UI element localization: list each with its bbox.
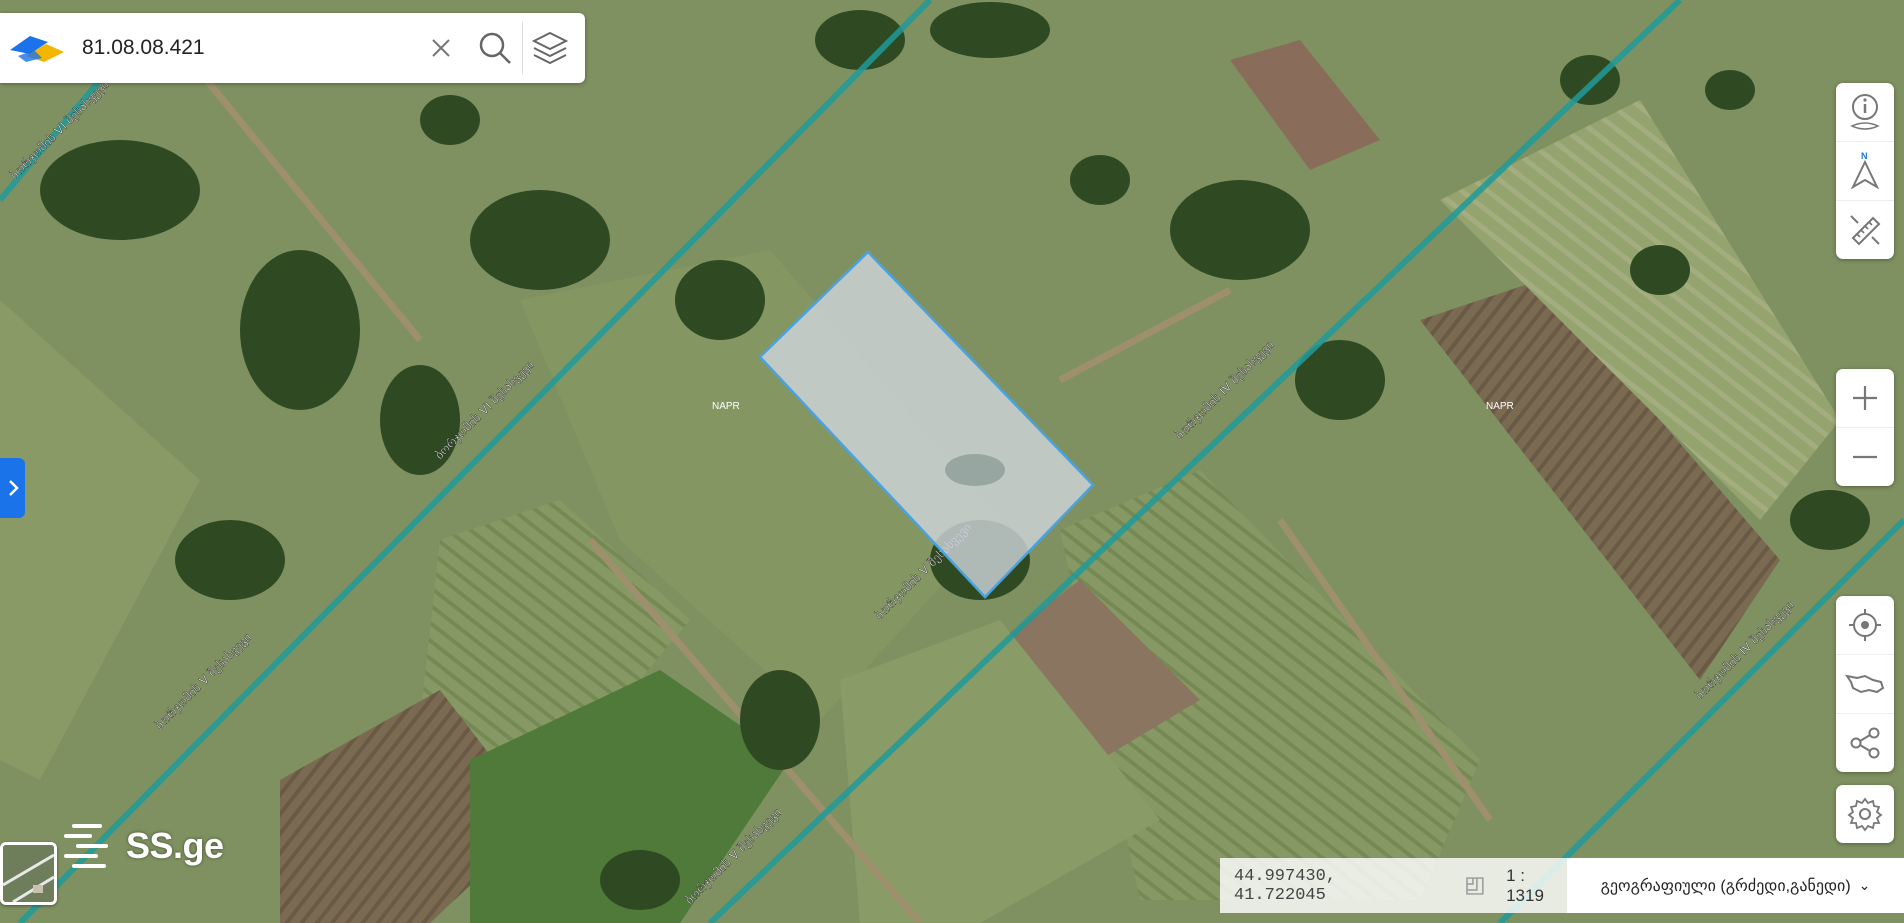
ruler-icon: [1850, 215, 1881, 246]
settings-control: [1836, 785, 1894, 843]
locate-icon: [1849, 609, 1881, 641]
coordinates-readout: 44.997430, 41.722045: [1234, 866, 1337, 905]
projection-select[interactable]: გეოგრაფიული (გრძედი,განედი) ⌄: [1567, 858, 1904, 913]
gear-icon: [1847, 797, 1883, 832]
chevron-right-icon: [8, 480, 19, 496]
napr-logo: [10, 36, 64, 62]
share-button[interactable]: [1836, 713, 1894, 772]
country-view-button[interactable]: [1836, 654, 1894, 713]
measure-button[interactable]: [1836, 200, 1894, 259]
compass-north-icon: N: [1850, 151, 1880, 190]
scale-icon: [1466, 876, 1484, 895]
basemap-switcher[interactable]: [0, 842, 57, 905]
settings-button[interactable]: [1836, 785, 1894, 843]
locate-button[interactable]: [1836, 596, 1894, 654]
close-icon: [432, 39, 450, 57]
zoom-control: [1836, 369, 1894, 486]
info-icon: [1850, 94, 1880, 130]
clear-button[interactable]: [414, 13, 468, 83]
zoom-in-button[interactable]: [1836, 369, 1894, 427]
ssge-brand: SS.ge: [60, 818, 224, 874]
side-panel-toggle[interactable]: [0, 458, 25, 518]
parcel-shadow: [945, 454, 1005, 486]
search-bar: [0, 13, 585, 83]
chevron-down-icon: ⌄: [1858, 877, 1871, 893]
status-bar: 44.997430, 41.722045 1 : 1319: [1220, 858, 1567, 913]
projection-label: გეოგრაფიული (გრძედი,განედი): [1600, 877, 1851, 895]
svg-text:N: N: [1861, 151, 1868, 161]
ssge-logo-icon: [64, 824, 108, 868]
info-button[interactable]: [1836, 83, 1894, 141]
scale-readout: 1 : 1319: [1506, 865, 1544, 905]
plus-icon: [1853, 386, 1877, 410]
basemap-thumbnail: [3, 845, 54, 902]
map-tools-bottom: [1836, 596, 1894, 772]
parcel-label: NAPR: [712, 401, 740, 412]
layers-icon: [531, 31, 569, 65]
parcel-label: NAPR: [1486, 401, 1514, 412]
search-input[interactable]: [80, 35, 414, 61]
map-tools-top: N: [1836, 83, 1894, 259]
search-icon: [479, 32, 511, 64]
compass-button[interactable]: N: [1836, 141, 1894, 200]
ssge-brand-text: SS.ge: [126, 825, 224, 866]
georgia-map-icon: [1845, 674, 1885, 694]
map-canvas[interactable]: ბორჯომის VI შესახვევი ბორჯომის VI შესახვ…: [0, 0, 1904, 923]
search-button[interactable]: [468, 13, 522, 83]
share-icon: [1850, 727, 1880, 759]
zoom-out-button[interactable]: [1836, 427, 1894, 486]
layers-button[interactable]: [523, 13, 577, 83]
minus-icon: [1853, 455, 1877, 459]
